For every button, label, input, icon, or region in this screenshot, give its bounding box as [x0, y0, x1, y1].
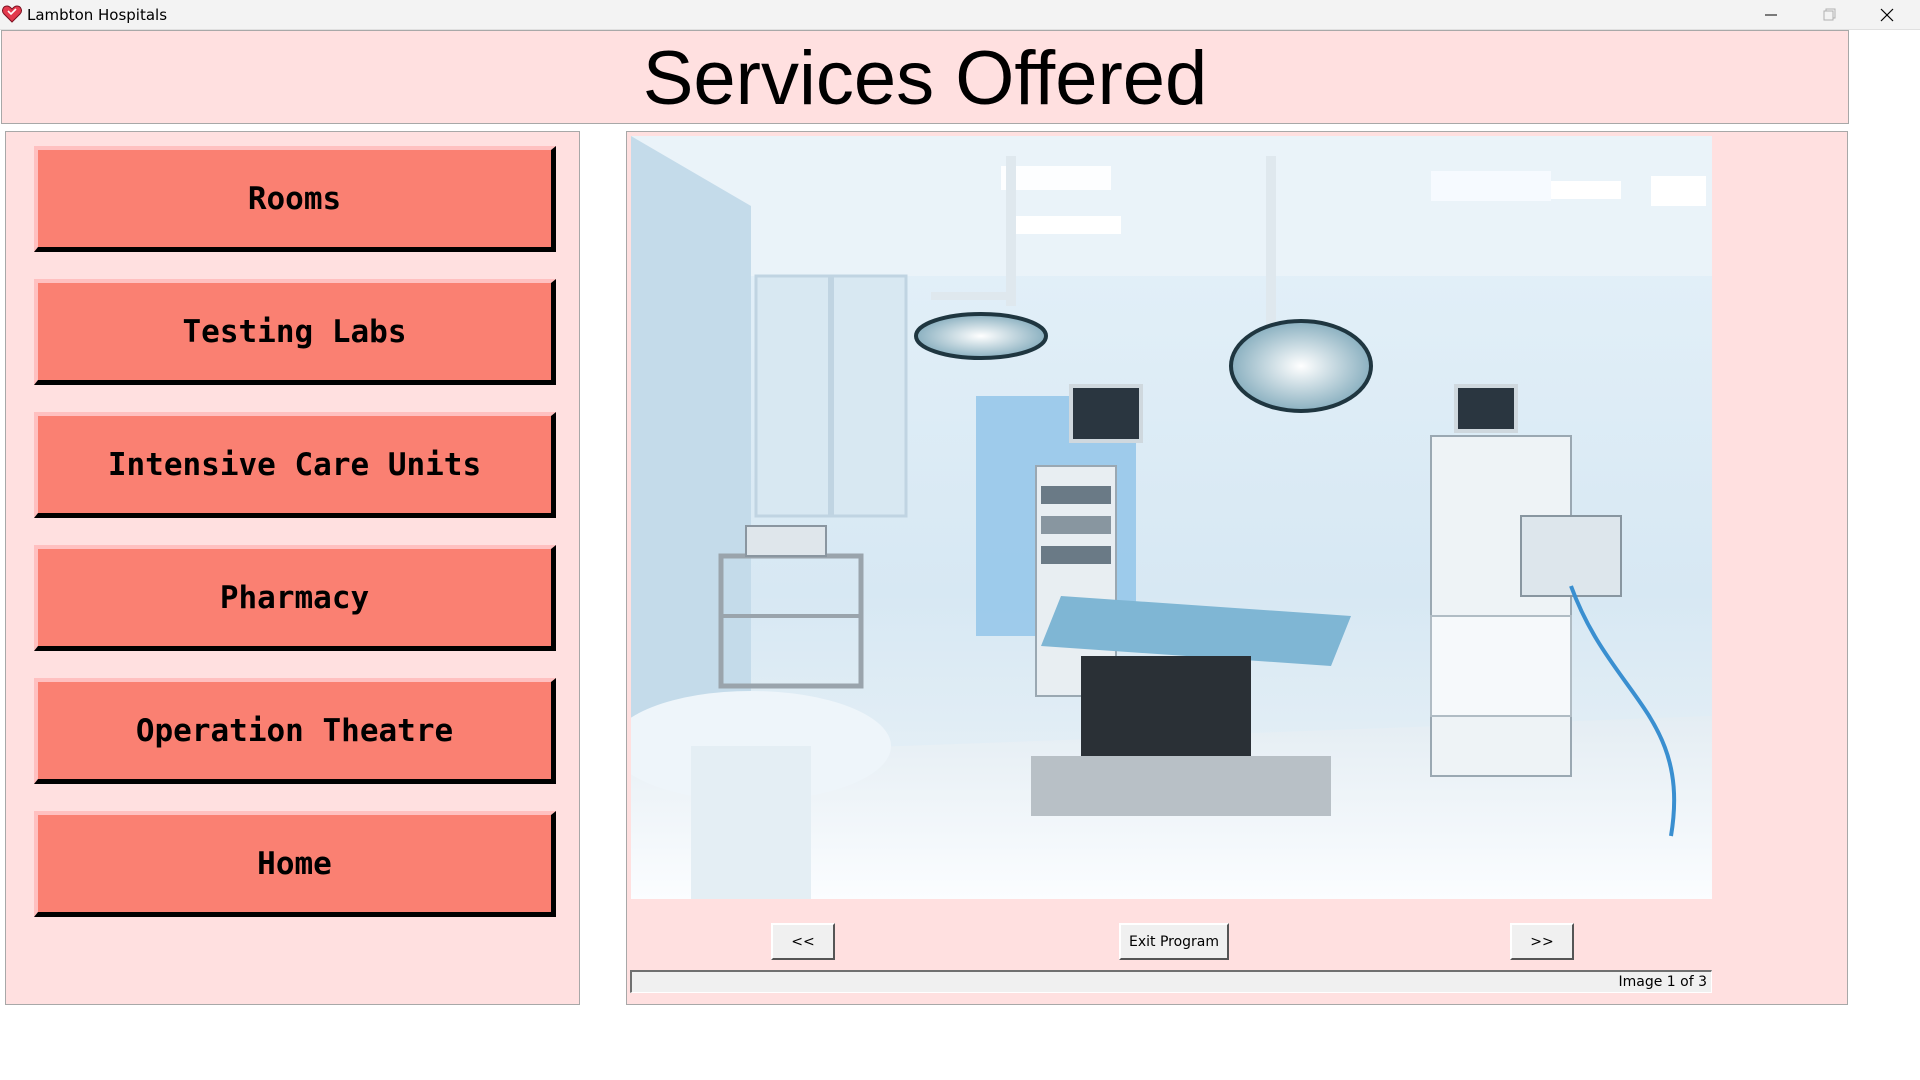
close-button[interactable] [1858, 0, 1916, 29]
next-image-button[interactable]: >> [1510, 923, 1574, 960]
close-icon [1880, 8, 1894, 22]
minimize-button[interactable] [1742, 0, 1800, 29]
maximize-button[interactable] [1800, 0, 1858, 29]
title-bar: Lambton Hospitals [0, 0, 1920, 30]
pharmacy-button[interactable]: Pharmacy [34, 545, 556, 651]
page-title: Services Offered [642, 36, 1208, 121]
testing-labs-button[interactable]: Testing Labs [34, 279, 556, 385]
image-counter: Image 1 of 3 [1618, 974, 1707, 990]
home-button[interactable]: Home [34, 811, 556, 917]
maximize-icon [1823, 8, 1836, 21]
exit-program-button[interactable]: Exit Program [1119, 923, 1229, 960]
image-status-bar: Image 1 of 3 [630, 970, 1712, 993]
previous-image-button[interactable]: << [771, 923, 835, 960]
operation-theatre-photo [631, 136, 1712, 899]
rooms-button[interactable]: Rooms [34, 146, 556, 252]
intensive-care-units-button[interactable]: Intensive Care Units [34, 412, 556, 518]
image-viewer-panel: << Exit Program >> Image 1 of 3 [626, 131, 1848, 1005]
header-panel: Services Offered [1, 30, 1849, 124]
app-window: Services Offered Rooms Testing Labs Inte… [0, 30, 1850, 1010]
window-title: Lambton Hospitals [27, 6, 168, 24]
minimize-icon [1765, 14, 1777, 16]
heart-icon [2, 5, 22, 23]
operation-theatre-button[interactable]: Operation Theatre [34, 678, 556, 784]
nav-panel: Rooms Testing Labs Intensive Care Units … [5, 131, 580, 1005]
